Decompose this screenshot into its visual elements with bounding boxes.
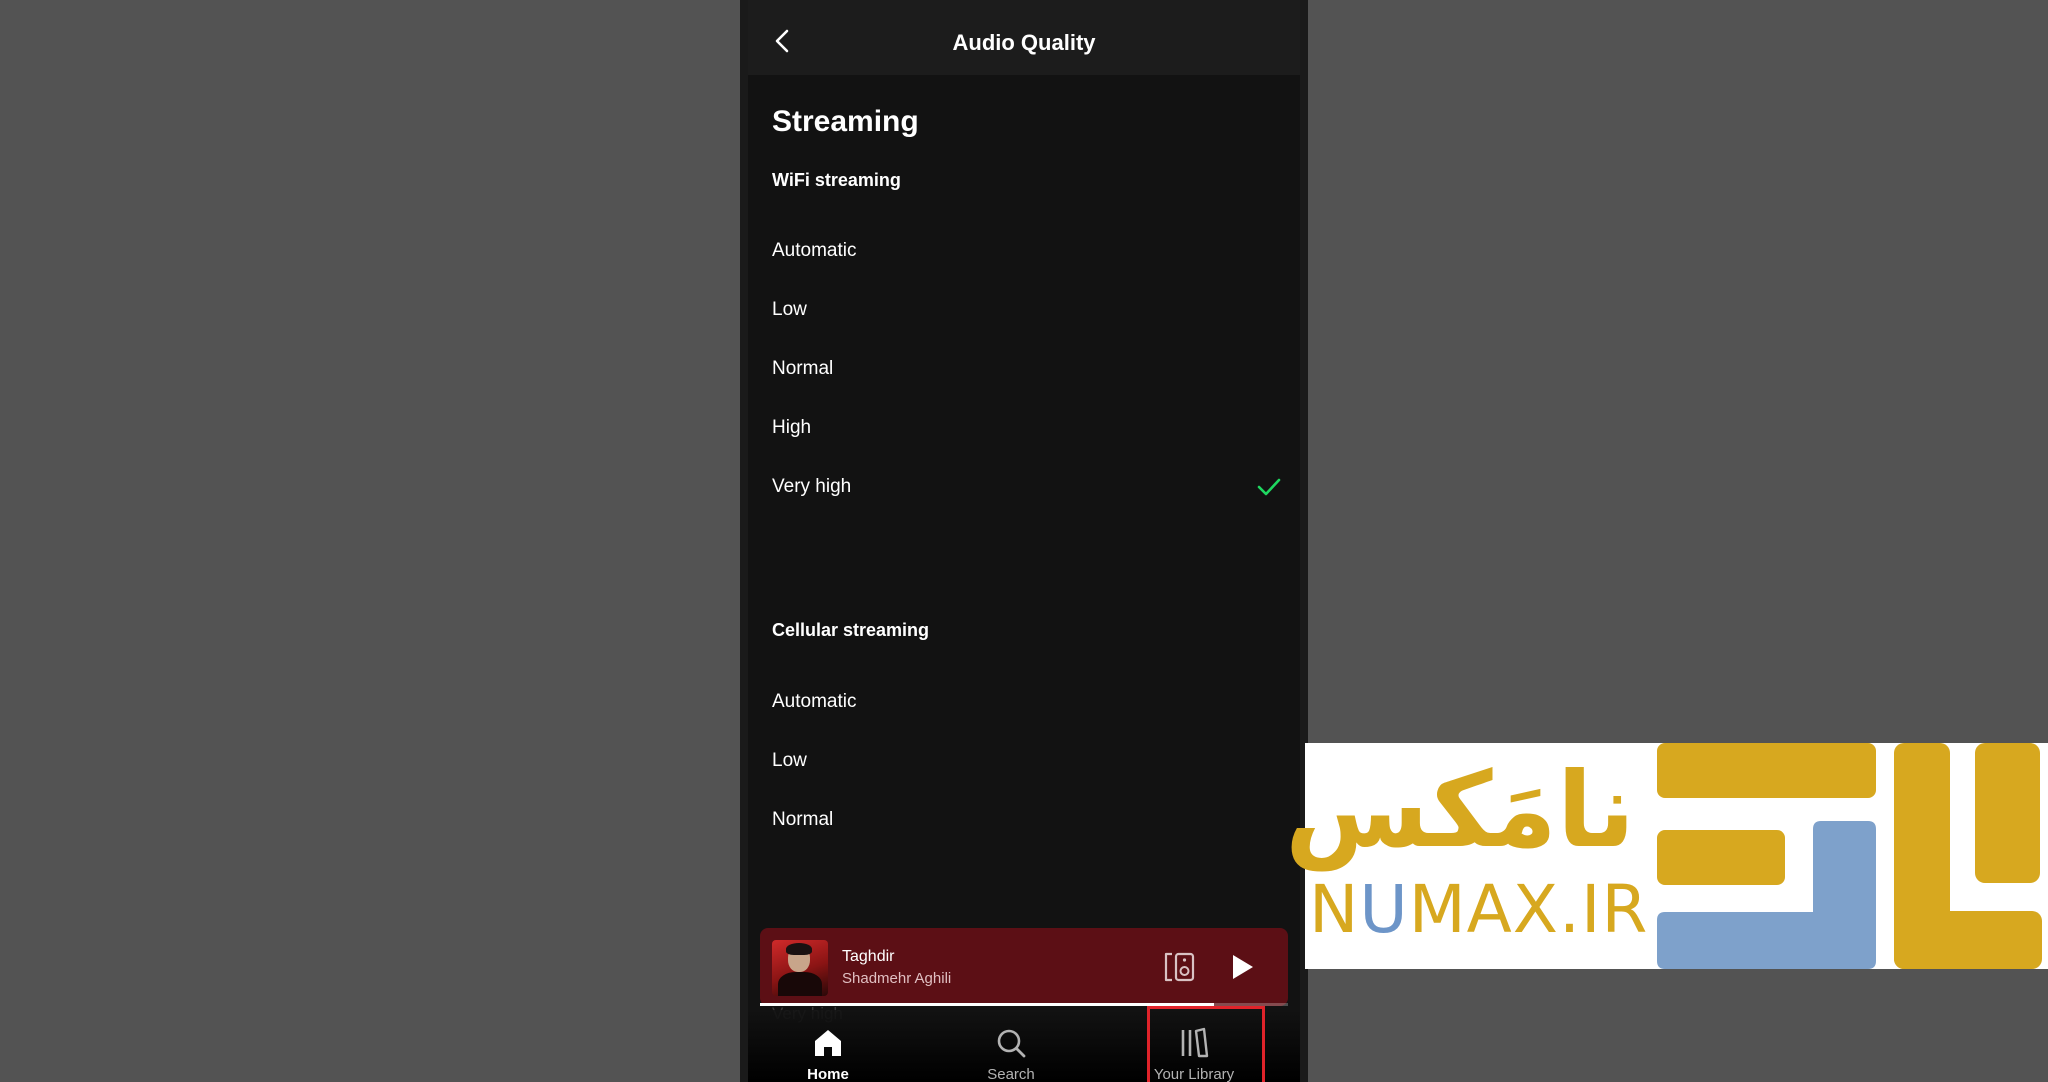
nav-label-search: Search xyxy=(987,1066,1035,1082)
play-icon xyxy=(1233,955,1253,979)
option-label: Normal xyxy=(772,358,834,379)
group-title-wifi: WiFi streaming xyxy=(772,170,901,190)
option-label: High xyxy=(772,417,812,438)
album-art xyxy=(772,940,828,996)
watermark-logo: نامَکس NUMAX.IR xyxy=(1285,743,2048,969)
logo-latin-text: NUMAX.IR xyxy=(1309,871,1649,948)
connect-device-button[interactable] xyxy=(1162,950,1198,984)
highlight-annotation xyxy=(1147,1006,1265,1082)
wifi-option-normal[interactable]: Normal xyxy=(772,338,1276,398)
cellular-option-low[interactable]: Low xyxy=(772,730,1276,790)
option-label: Automatic xyxy=(772,240,857,261)
page-title: Audio Quality xyxy=(952,30,1096,55)
wifi-option-low[interactable]: Low xyxy=(772,279,1276,339)
phone-bezel-left xyxy=(740,0,748,1082)
nav-label-home: Home xyxy=(807,1066,849,1082)
track-artist: Shadmehr Aghili xyxy=(842,970,952,987)
logo-mark-icon xyxy=(1657,743,2042,969)
option-label: Normal xyxy=(772,809,834,830)
play-button[interactable] xyxy=(1224,950,1258,984)
wifi-option-automatic[interactable]: Automatic xyxy=(772,220,1276,280)
track-title: Taghdir xyxy=(842,948,895,965)
wifi-option-very-high[interactable]: Very high xyxy=(772,456,1281,516)
nav-search[interactable]: Search xyxy=(951,1010,1071,1082)
phone-screen: Audio Quality Streaming WiFi streaming A… xyxy=(740,0,1308,1082)
group-title-cellular: Cellular streaming xyxy=(772,620,930,640)
cellular-option-normal[interactable]: Normal xyxy=(772,789,1276,849)
cellular-option-automatic[interactable]: Automatic xyxy=(772,671,1276,731)
wifi-option-high[interactable]: High xyxy=(772,397,1276,457)
devices-icon xyxy=(1164,952,1195,982)
section-title-streaming: Streaming xyxy=(772,105,919,138)
option-label: Low xyxy=(772,299,807,320)
search-icon xyxy=(997,1029,1026,1058)
playback-progress-fill xyxy=(760,1003,1215,1006)
option-label: Very high xyxy=(772,476,852,497)
option-label: Automatic xyxy=(772,691,857,712)
logo-persian-text: نامَکس xyxy=(1285,749,1635,871)
mini-player[interactable]: Taghdir Shadmehr Aghili xyxy=(760,928,1288,1006)
top-bar: Audio Quality xyxy=(748,0,1300,75)
option-label: Low xyxy=(772,750,807,771)
checkmark-icon xyxy=(1257,478,1281,496)
home-icon xyxy=(815,1030,841,1056)
nav-home[interactable]: Home xyxy=(768,1010,888,1082)
